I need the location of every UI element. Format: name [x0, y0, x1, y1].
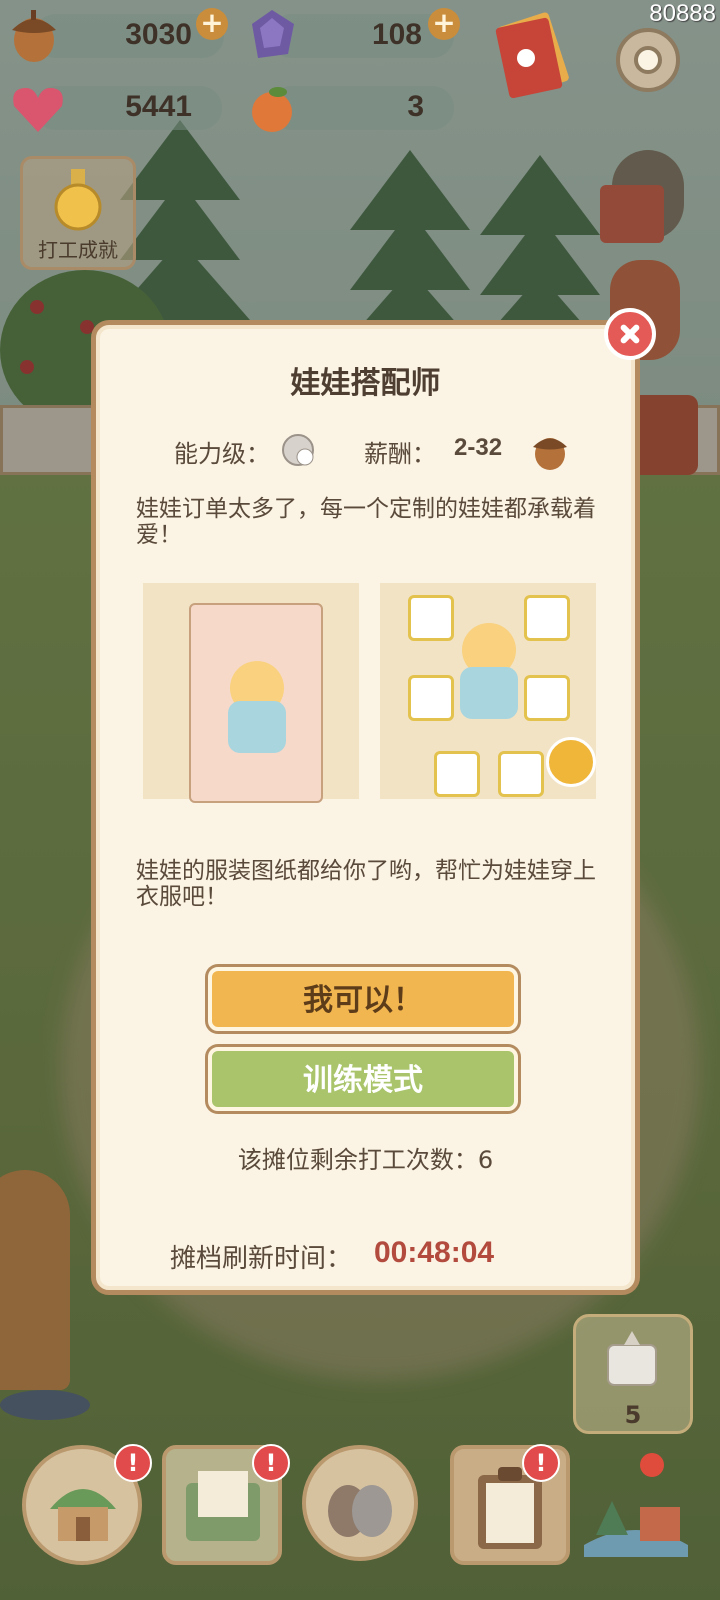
- doll-body: [460, 667, 518, 719]
- bottom-slot: [524, 675, 570, 721]
- refresh-countdown: 00:48:04: [374, 1236, 495, 1269]
- refresh-time-label: 摊档刷新时间：: [170, 1244, 353, 1274]
- notification-badge: !: [114, 1444, 152, 1482]
- hat-slot: [524, 595, 570, 641]
- doll-body: [228, 701, 286, 753]
- training-mode-button[interactable]: 训练模式: [208, 1047, 518, 1111]
- check-icon: [546, 737, 596, 787]
- recipe-book-icon[interactable]: [492, 12, 574, 102]
- acorn-icon: [533, 438, 567, 470]
- order-card-illustration: [143, 583, 359, 803]
- accessory-slot: [434, 751, 480, 797]
- acorn-icon: [12, 10, 56, 62]
- ability-label: 能力级：: [174, 440, 270, 468]
- salary-value: 2-32: [454, 434, 503, 461]
- nav-map[interactable]: [576, 1445, 696, 1565]
- add-acorn-button[interactable]: +: [196, 8, 228, 40]
- gem-count: 108: [371, 18, 422, 51]
- gift-package-icon: [607, 1331, 657, 1386]
- dressing-illustration: [380, 583, 596, 799]
- dialog-title: 娃娃搭配师: [290, 366, 441, 401]
- orange-icon: [252, 87, 292, 132]
- notification-badge: !: [252, 1444, 290, 1482]
- gift-package-button[interactable]: 5: [573, 1314, 693, 1434]
- heart-count: 5441: [125, 90, 192, 123]
- glasses-slot: [408, 595, 454, 641]
- ability-level-icon: [282, 434, 314, 466]
- settings-gear-icon[interactable]: [608, 20, 688, 100]
- friends-icon: [328, 1485, 392, 1537]
- orange-count: 3: [407, 90, 424, 123]
- nav-friends[interactable]: [302, 1445, 418, 1561]
- house-icon: [50, 1489, 116, 1541]
- mail-envelope-icon: [186, 1471, 260, 1541]
- close-button[interactable]: [604, 308, 656, 360]
- intro-text: 娃娃订单太多了，每一个定制的娃娃都承载着爱！: [136, 496, 596, 548]
- top-slot: [408, 675, 454, 721]
- instruction-text: 娃娃的服装图纸都给你了哟，帮忙为娃娃穿上衣服吧！: [136, 858, 596, 910]
- medal-icon: [54, 169, 102, 231]
- work-achievement-button[interactable]: 打工成就: [20, 156, 136, 270]
- shoes-slot: [498, 751, 544, 797]
- map-icon: [584, 1453, 688, 1557]
- accept-job-button[interactable]: 我可以！: [208, 967, 518, 1031]
- notification-badge: !: [522, 1444, 560, 1482]
- salary-label: 薪酬：: [364, 440, 436, 468]
- id-counter: 80888: [649, 0, 716, 27]
- remaining-work-count: 该摊位剩余打工次数：6: [237, 1146, 494, 1174]
- work-achievement-label: 打工成就: [38, 238, 118, 262]
- heart-gem-icon: [13, 88, 63, 132]
- add-gem-button[interactable]: +: [428, 8, 460, 40]
- gem-icon: [252, 10, 294, 58]
- gift-count: 5: [624, 1401, 642, 1429]
- acorn-count: 3030: [125, 18, 192, 51]
